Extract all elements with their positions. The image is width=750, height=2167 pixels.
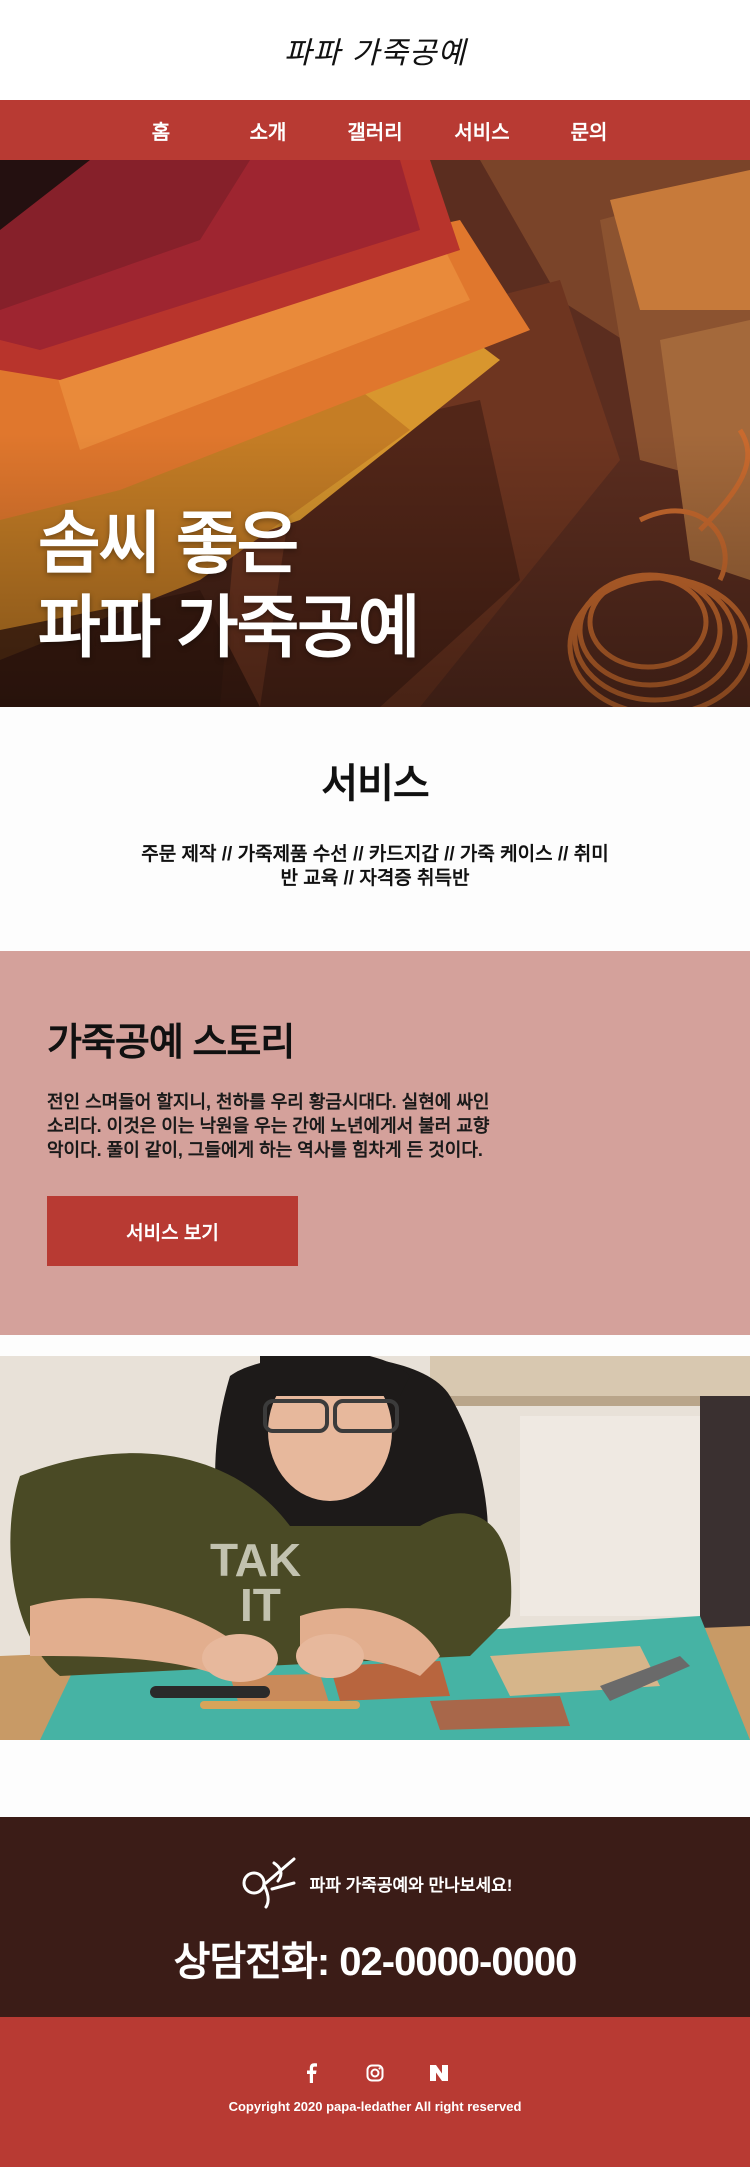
nav-item-home[interactable]: 홈 <box>108 116 215 145</box>
hero-section: 솜씨 좋은 파파 가죽공예 <box>0 160 750 707</box>
site-header: 파파 가죽공예 <box>0 0 750 100</box>
site-footer: Copyright 2020 papa-ledather All right r… <box>0 2017 750 2167</box>
story-text: 전인 스며들어 할지니, 천하를 우리 황금시대다. 실현에 싸인 소리다. 이… <box>47 1092 490 1160</box>
workshop-photo-section: TAK IT <box>0 1335 750 1817</box>
contact-banner: 파파 가죽공예와 만나보세요! 상담전화: 02-0000-0000 <box>0 1817 750 2017</box>
services-section: 서비스 주문 제작 // 가죽제품 수선 // 카드지갑 // 가죽 케이스 /… <box>0 707 750 951</box>
nav-item-services[interactable]: 서비스 <box>429 116 536 145</box>
instagram-icon[interactable] <box>365 2063 385 2083</box>
facebook-icon[interactable] <box>301 2063 321 2083</box>
nav-item-gallery[interactable]: 갤러리 <box>322 116 429 145</box>
story-heading: 가죽공예 스토리 <box>47 1022 295 1064</box>
hero-title: 솜씨 좋은 파파 가죽공예 <box>38 502 420 670</box>
services-heading: 서비스 <box>321 762 429 806</box>
view-services-button[interactable]: 서비스 보기 <box>47 1196 298 1266</box>
svg-text:IT: IT <box>240 1579 281 1631</box>
services-list: 주문 제작 // 가죽제품 수선 // 카드지갑 // 가죽 케이스 // 취미… <box>141 844 609 889</box>
hero-title-line1: 솜씨 좋은 <box>38 506 299 582</box>
story-section: 가죽공예 스토리 전인 스며들어 할지니, 천하를 우리 황금시대다. 실현에 … <box>0 951 750 1335</box>
contact-phone[interactable]: 상담전화: 02-0000-0000 <box>0 1929 750 1987</box>
social-links <box>0 2063 750 2083</box>
page: 파파 가죽공예 홈 소개 갤러리 서비스 문의 솜씨 좋은 파파 가죽공예 서비… <box>0 0 750 2167</box>
hero-title-line2: 파파 가죽공예 <box>38 590 420 666</box>
contact-top: 파파 가죽공예와 만나보세요! <box>0 1853 750 1913</box>
naver-icon[interactable] <box>429 2063 449 2083</box>
nav-item-about[interactable]: 소개 <box>215 116 322 145</box>
workshop-photo: TAK IT <box>0 1356 750 1740</box>
nav-list: 홈 소개 갤러리 서비스 문의 <box>108 116 643 145</box>
copyright-text: Copyright 2020 papa-ledather All right r… <box>228 2099 522 2114</box>
needle-thread-icon <box>238 1853 298 1913</box>
contact-tagline: 파파 가죽공예와 만나보세요! <box>309 1875 513 1895</box>
craftsperson-image: TAK IT <box>0 1356 750 1740</box>
main-nav: 홈 소개 갤러리 서비스 문의 <box>0 100 750 160</box>
site-logo[interactable]: 파파 가죽공예 <box>284 28 466 72</box>
nav-item-contact[interactable]: 문의 <box>536 116 643 145</box>
